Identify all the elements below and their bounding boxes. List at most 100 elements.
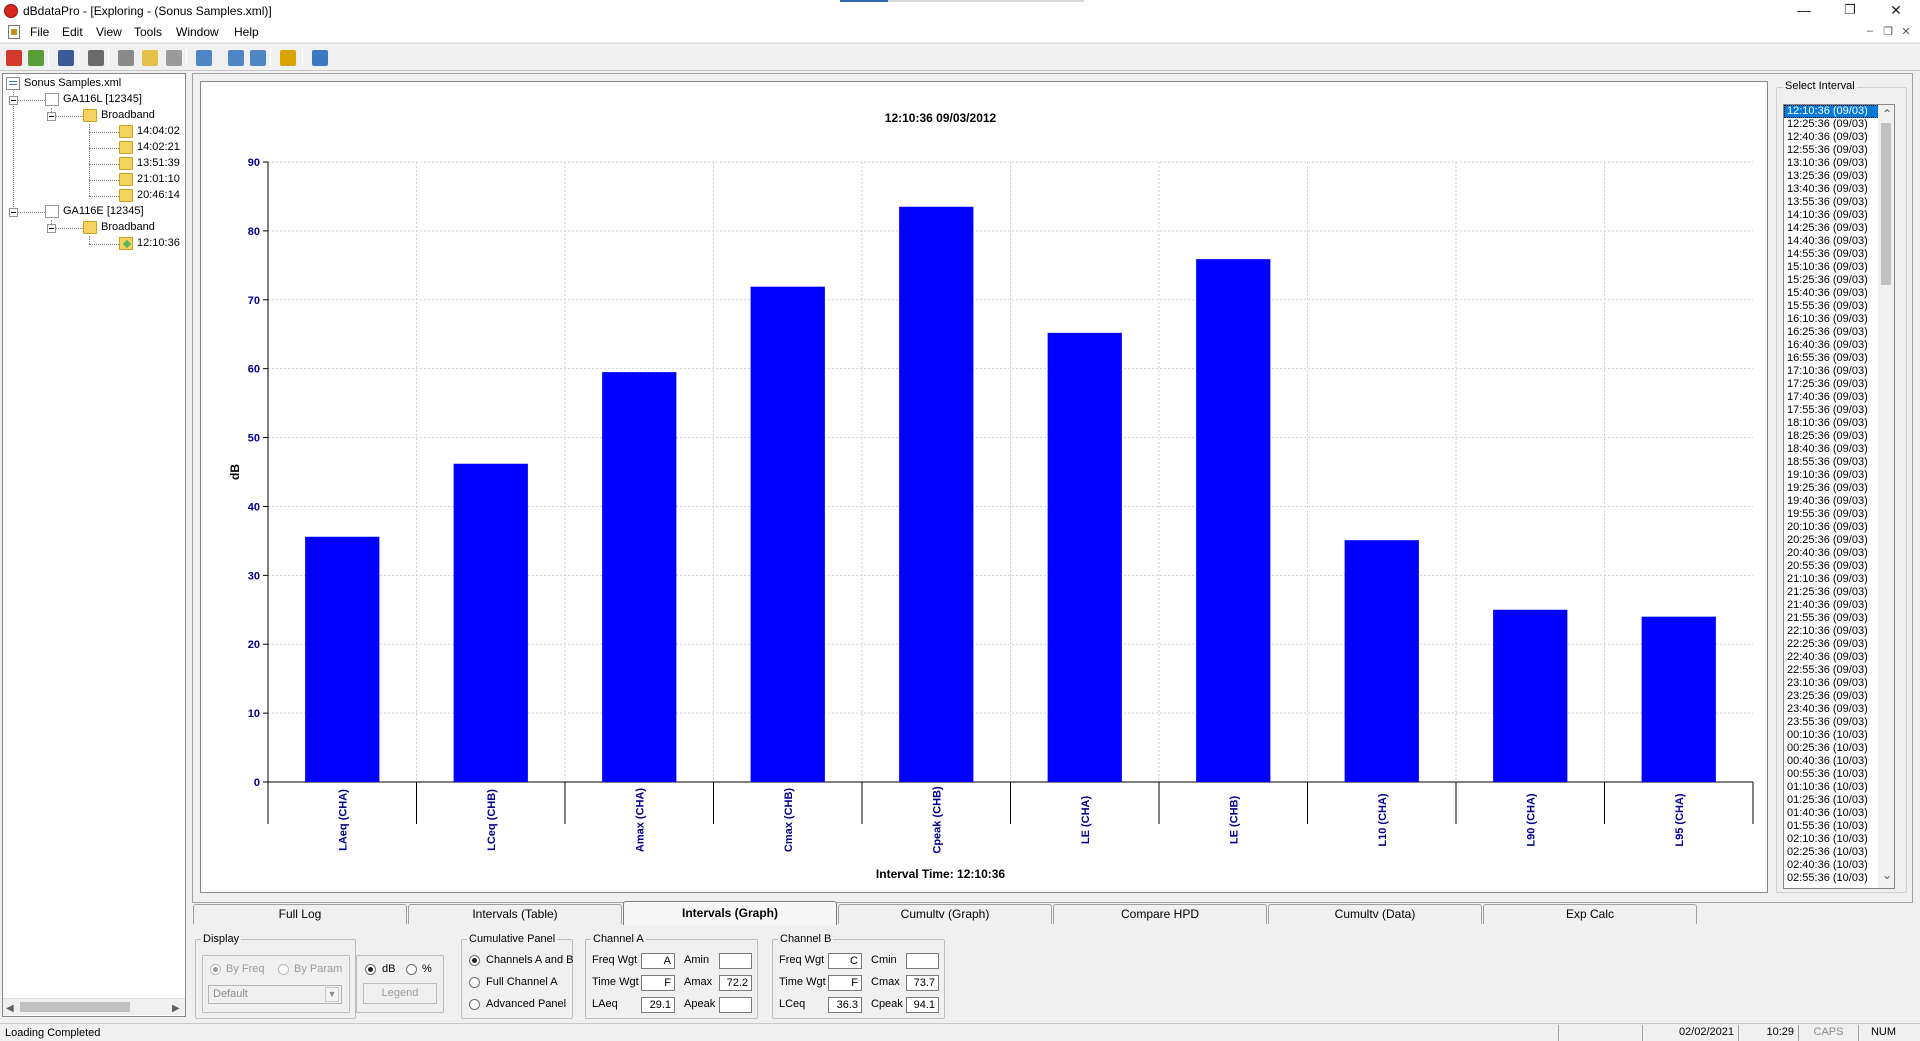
collapse-icon[interactable] — [9, 208, 18, 217]
y-tick-label: 40 — [248, 501, 260, 513]
window-title: dBdataPro - [Exploring - (Sonus Samples.… — [23, 4, 272, 18]
scroll-left-icon[interactable]: ◀ — [6, 1003, 14, 1014]
tree-scroll-thumb[interactable] — [20, 1002, 130, 1012]
menu-file[interactable]: File — [30, 25, 49, 39]
collapse-icon[interactable] — [47, 112, 56, 121]
tab-full-log[interactable]: Full Log — [193, 904, 407, 924]
save-button[interactable] — [54, 46, 76, 68]
collapse-icon[interactable] — [47, 224, 56, 233]
report-button[interactable] — [246, 46, 268, 68]
channel-b-peak-label: Cpeak — [871, 998, 903, 1010]
xml-file-icon — [6, 77, 20, 90]
bar — [453, 463, 528, 782]
x-axis-label: Interval Time: 12:10:36 — [876, 867, 1006, 881]
tree-folder-label: Broadband — [101, 221, 155, 233]
mdi-close-icon[interactable]: ✕ — [1898, 25, 1914, 38]
tab-cumultv-graph[interactable]: Cumultv (Graph) — [838, 904, 1052, 924]
tab-cumultv-data[interactable]: Cumultv (Data) — [1268, 904, 1482, 924]
display-combo[interactable]: Default — [208, 985, 342, 1004]
collapse-icon[interactable] — [9, 96, 18, 105]
paste-icon — [166, 50, 182, 66]
copy-button[interactable] — [138, 46, 160, 68]
toolbar-separator — [78, 48, 79, 66]
y-tick-label: 70 — [248, 295, 260, 307]
exit-button[interactable] — [2, 46, 24, 68]
cumulative-group-title: Cumulative Panel — [467, 933, 558, 945]
document-icon[interactable] — [8, 25, 20, 39]
channel-b-leq: 36.3 — [828, 997, 862, 1013]
channel-a-max: 72.2 — [719, 975, 752, 991]
channel-b-time-wgt: F — [828, 975, 862, 991]
scroll-up-icon[interactable]: ⌃ — [1882, 107, 1892, 121]
tab-exp-calc[interactable]: Exp Calc — [1483, 904, 1697, 924]
cumulative-radio[interactable] — [469, 977, 480, 988]
tree-session-label: 14:02:21 — [137, 141, 180, 153]
x-tick-label: L90 (CHA) — [1525, 793, 1537, 847]
close-button[interactable]: ✕ — [1873, 0, 1919, 22]
cut-icon — [118, 50, 134, 66]
channel-b-max: 73.7 — [906, 975, 939, 991]
x-tick-label: L10 (CHA) — [1377, 793, 1389, 847]
bar — [1641, 616, 1716, 782]
status-date: 02/02/2021 — [1642, 1025, 1738, 1041]
restore-button[interactable]: ❐ — [1827, 0, 1873, 22]
bar — [1344, 540, 1419, 782]
minimize-button[interactable]: — — [1781, 0, 1827, 22]
download-folder-icon — [119, 237, 133, 250]
mdi-minimize-icon[interactable]: – — [1862, 25, 1878, 37]
folder-icon — [119, 157, 133, 170]
percent-radio[interactable] — [406, 964, 417, 975]
bar — [1196, 259, 1271, 783]
menu-help[interactable]: Help — [234, 25, 259, 39]
tree-session-label: 20:46:14 — [137, 189, 180, 201]
tab-intervals-table[interactable]: Intervals (Table) — [408, 904, 622, 924]
export-button[interactable] — [224, 46, 246, 68]
chevron-down-icon[interactable]: ▼ — [325, 987, 339, 1002]
by-param-radio[interactable] — [278, 964, 289, 975]
paste-button[interactable] — [162, 46, 184, 68]
by-freq-label: By Freq — [226, 963, 265, 975]
toolbar-separator — [108, 48, 109, 66]
cumulative-radio[interactable] — [469, 999, 480, 1010]
channel-a-freq-wgt: A — [641, 953, 675, 969]
x-tick-label: LE (CHA) — [1080, 796, 1092, 845]
tab-compare-hpd[interactable]: Compare HPD — [1053, 904, 1267, 924]
db-radio[interactable] — [365, 964, 376, 975]
find-button[interactable] — [192, 46, 214, 68]
legend-button[interactable]: Legend — [363, 983, 437, 1004]
tree-device-label: GA116E [12345] — [63, 205, 144, 217]
cumulative-radio[interactable] — [469, 955, 480, 966]
interval-scroll-thumb[interactable] — [1881, 123, 1891, 285]
tree-line — [89, 148, 119, 149]
x-tick-label: Amax (CHA) — [634, 788, 646, 853]
import-button[interactable] — [24, 46, 46, 68]
print-button[interactable] — [84, 46, 106, 68]
y-tick-label: 50 — [248, 433, 260, 445]
tree-line — [89, 124, 90, 196]
clock-button[interactable] — [276, 46, 298, 68]
bar-chart: 0 10 20 30 40 50 60 70 80 90 LAeq (CHA) LCeq (CHB) A… — [228, 111, 1754, 881]
tree-line — [89, 196, 119, 197]
x-tick-label: LCeq (CHB) — [486, 789, 498, 851]
status-num: NUM — [1858, 1025, 1908, 1041]
scroll-down-icon[interactable]: ⌄ — [1882, 868, 1892, 882]
scroll-right-icon[interactable]: ▶ — [172, 1003, 180, 1014]
tab-intervals-graph[interactable]: Intervals (Graph) — [623, 901, 837, 925]
menu-edit[interactable]: Edit — [62, 25, 83, 39]
mdi-restore-icon[interactable]: ❐ — [1880, 25, 1896, 38]
by-param-label: By Param — [294, 963, 343, 975]
y-tick-label: 30 — [248, 570, 260, 582]
by-freq-radio[interactable] — [210, 964, 221, 975]
home-button[interactable] — [308, 46, 330, 68]
display-group-title: Display — [201, 933, 242, 945]
menu-tools[interactable]: Tools — [134, 25, 162, 39]
tree-line — [89, 236, 90, 244]
tree-session-label: 14:04:02 — [137, 125, 180, 137]
channel-b-freq-wgt: C — [828, 953, 862, 969]
home-icon — [312, 50, 328, 66]
menu-window[interactable]: Window — [176, 25, 219, 39]
tree-session-label: 12:10:36 — [137, 237, 180, 249]
toolbar-separator — [48, 48, 49, 66]
menu-view[interactable]: View — [96, 25, 122, 39]
cut-button[interactable] — [114, 46, 136, 68]
